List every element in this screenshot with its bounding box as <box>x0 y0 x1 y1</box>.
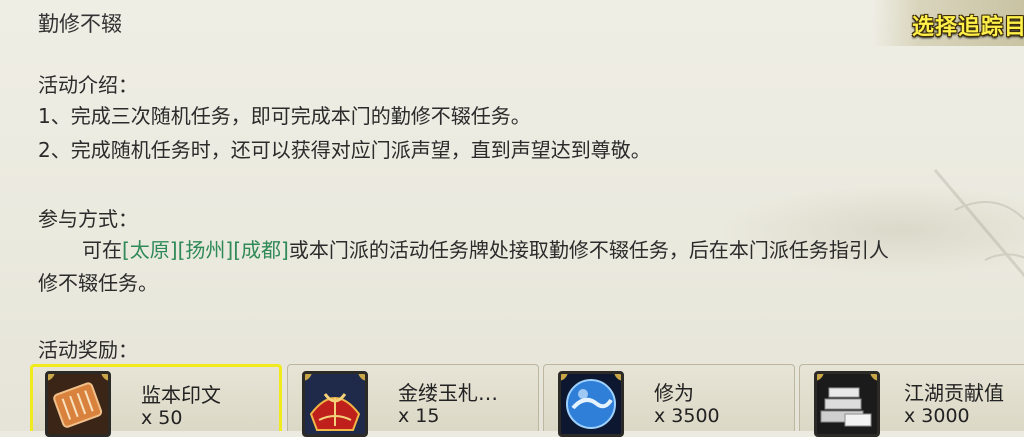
reward-name: 修为 <box>654 381 694 405</box>
select-track-button[interactable]: 选择追踪目 <box>872 0 1024 46</box>
red-gift-pouch-icon <box>302 371 368 437</box>
intro-line-1: 1、完成三次随机任务，即可完成本门的勤修不辍任务。 <box>38 104 531 128</box>
reward-item-1[interactable]: 监本印文 x 50 <box>30 364 282 437</box>
blue-orb-icon <box>558 371 624 437</box>
reward-quantity: x 50 <box>141 407 183 429</box>
reward-item-2[interactable]: 金缕玉札… x 15 <box>287 364 539 437</box>
reward-quantity: x 15 <box>398 405 440 427</box>
reward-name: 监本印文 <box>141 383 221 407</box>
ink-brush-decoration <box>933 169 1024 278</box>
reward-quantity: x 3000 <box>904 405 970 427</box>
page-title: 勤修不辍 <box>38 12 122 36</box>
select-track-label: 选择追踪目 <box>912 15 1024 40</box>
seal-scroll-icon <box>45 371 111 437</box>
reward-item-3[interactable]: 修为 x 3500 <box>543 364 795 437</box>
link-taiyuan[interactable]: [太原] <box>122 238 178 262</box>
silver-ingot-icon <box>814 371 880 437</box>
reward-name: 金缕玉札… <box>398 381 498 405</box>
participation-prefix: 可在 <box>82 238 122 262</box>
reward-quantity: x 3500 <box>654 405 720 427</box>
intro-heading: 活动介绍： <box>38 73 138 97</box>
rewards-heading: 活动奖励： <box>38 338 138 362</box>
reward-name: 江湖贡献值 <box>904 381 1004 405</box>
participation-line-2: 修不辍任务。 <box>38 271 158 295</box>
link-chengdu[interactable]: [成都] <box>233 238 289 262</box>
participation-heading: 参与方式： <box>38 207 138 231</box>
participation-suffix: 或本门派的活动任务牌处接取勤修不辍任务，后在本门派任务指引人 <box>288 238 889 262</box>
intro-line-2: 2、完成随机任务时，还可以获得对应门派声望，直到声望达到尊敬。 <box>38 138 651 162</box>
reward-item-4[interactable]: 江湖贡献值 x 3000 <box>799 364 1024 437</box>
participation-line-1: 可在[太原][扬州][成都]或本门派的活动任务牌处接取勤修不辍任务，后在本门派任… <box>82 234 889 263</box>
link-yangzhou[interactable]: [扬州] <box>178 238 234 262</box>
